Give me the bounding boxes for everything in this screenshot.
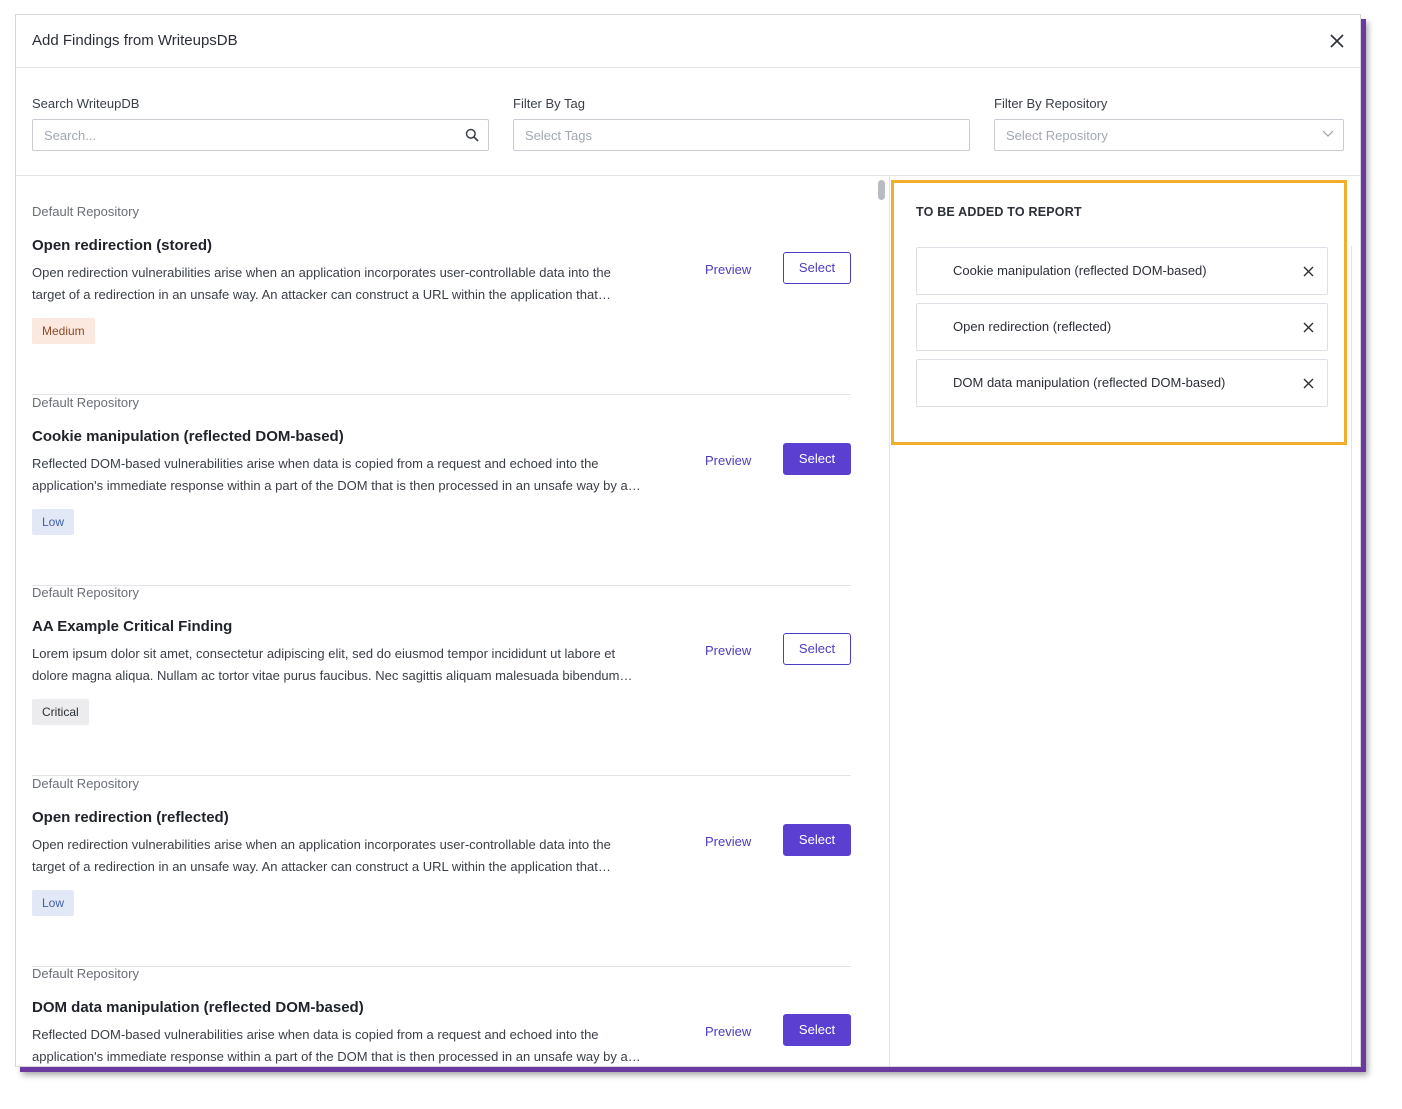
finding-description-line: dolore magna aliqua. Nullam ac tortor vi…	[32, 668, 633, 683]
modal-header: Add Findings from WriteupsDB	[16, 15, 1360, 68]
preview-link[interactable]: Preview	[705, 1024, 751, 1039]
tag-filter-placeholder: Select Tags	[525, 128, 592, 143]
finding-description-line: Open redirection vulnerabilities arise w…	[32, 837, 611, 852]
modal-title: Add Findings from WriteupsDB	[32, 32, 238, 49]
select-button[interactable]: Select	[783, 633, 851, 665]
scrollbar[interactable]	[874, 176, 890, 1066]
finding-repository: Default Repository	[32, 585, 139, 600]
repository-select[interactable]: Select Repository	[994, 119, 1344, 151]
to-be-added-item: DOM data manipulation (reflected DOM-bas…	[916, 359, 1328, 407]
close-icon	[1303, 322, 1313, 332]
preview-link[interactable]: Preview	[705, 262, 751, 277]
finding-title: AA Example Critical Finding	[32, 618, 233, 635]
to-be-added-panel: TO BE ADDED TO REPORT Cookie manipulatio…	[891, 176, 1360, 1066]
to-be-added-heading: TO BE ADDED TO REPORT	[916, 205, 1082, 219]
finding-repository: Default Repository	[32, 776, 139, 791]
remove-item-button[interactable]	[1299, 262, 1317, 280]
search-icon	[465, 128, 479, 142]
tag-filter-input[interactable]: Select Tags	[513, 119, 970, 151]
finding-title: Open redirection (reflected)	[32, 809, 229, 826]
to-be-added-item-label: Open redirection (reflected)	[953, 319, 1112, 334]
finding-description: Open redirection vulnerabilities arise w…	[32, 262, 647, 306]
finding-description-line: application's immediate response within …	[32, 478, 641, 493]
select-button[interactable]: Select	[783, 252, 851, 284]
severity-badge: Low	[32, 890, 75, 916]
preview-link[interactable]: Preview	[705, 643, 751, 658]
repository-filter-label: Filter By Repository	[994, 96, 1108, 111]
finding-title: DOM data manipulation (reflected DOM-bas…	[32, 999, 364, 1016]
finding-title: Open redirection (stored)	[32, 237, 213, 254]
finding-description: Open redirection vulnerabilities arise w…	[32, 834, 647, 878]
finding-repository: Default Repository	[32, 966, 139, 981]
finding-repository: Default Repository	[32, 395, 139, 410]
finding-description-line: Reflected DOM-based vulnerabilities aris…	[32, 456, 599, 471]
close-icon	[1303, 266, 1313, 276]
search-label: Search WriteupDB	[32, 96, 140, 111]
finding-description-line: Lorem ipsum dolor sit amet, consectetur …	[32, 646, 616, 661]
add-findings-modal: Add Findings from WriteupsDB Search Writ…	[15, 14, 1361, 1067]
row-divider	[32, 394, 851, 395]
finding-description-line: target of a redirection in an unsafe way…	[32, 287, 611, 302]
select-button[interactable]: Select	[783, 1014, 851, 1046]
chevron-down-icon	[1322, 130, 1334, 137]
finding-description-line: Open redirection vulnerabilities arise w…	[32, 265, 611, 280]
remove-item-button[interactable]	[1299, 374, 1317, 392]
finding-description: Reflected DOM-based vulnerabilities aris…	[32, 1024, 647, 1066]
close-icon	[1330, 34, 1344, 48]
finding-description-line: application's immediate response within …	[32, 1049, 641, 1064]
finding-description: Reflected DOM-based vulnerabilities aris…	[32, 453, 647, 497]
select-button[interactable]: Select	[783, 824, 851, 856]
finding-description-line: Reflected DOM-based vulnerabilities aris…	[32, 1027, 599, 1042]
highlight-box: TO BE ADDED TO REPORT Cookie manipulatio…	[891, 180, 1347, 445]
panel-divider	[1351, 246, 1352, 1066]
row-divider	[32, 966, 851, 967]
search-input[interactable]: Search...	[32, 119, 489, 151]
close-button[interactable]	[1324, 28, 1350, 54]
severity-badge: Low	[32, 509, 75, 535]
search-placeholder: Search...	[44, 128, 97, 143]
findings-list[interactable]: Default Repository Open redirection (sto…	[16, 176, 874, 1066]
select-button[interactable]: Select	[783, 443, 851, 475]
repository-placeholder: Select Repository	[1006, 128, 1108, 143]
to-be-added-item-label: DOM data manipulation (reflected DOM-bas…	[953, 375, 1226, 390]
finding-title: Cookie manipulation (reflected DOM-based…	[32, 428, 344, 445]
finding-description-line: target of a redirection in an unsafe way…	[32, 859, 611, 874]
finding-description: Lorem ipsum dolor sit amet, consectetur …	[32, 643, 647, 687]
preview-link[interactable]: Preview	[705, 834, 751, 849]
scrollbar-thumb[interactable]	[878, 180, 885, 200]
preview-link[interactable]: Preview	[705, 453, 751, 468]
to-be-added-item: Cookie manipulation (reflected DOM-based…	[916, 247, 1328, 295]
severity-badge: Medium	[32, 318, 95, 344]
close-icon	[1303, 378, 1313, 388]
to-be-added-item-label: Cookie manipulation (reflected DOM-based…	[953, 263, 1207, 278]
row-divider	[32, 585, 851, 586]
tag-filter-label: Filter By Tag	[513, 96, 586, 111]
row-divider	[32, 775, 851, 776]
finding-repository: Default Repository	[32, 204, 139, 219]
severity-badge: Critical	[32, 699, 89, 725]
to-be-added-item: Open redirection (reflected)	[916, 303, 1328, 351]
remove-item-button[interactable]	[1299, 318, 1317, 336]
